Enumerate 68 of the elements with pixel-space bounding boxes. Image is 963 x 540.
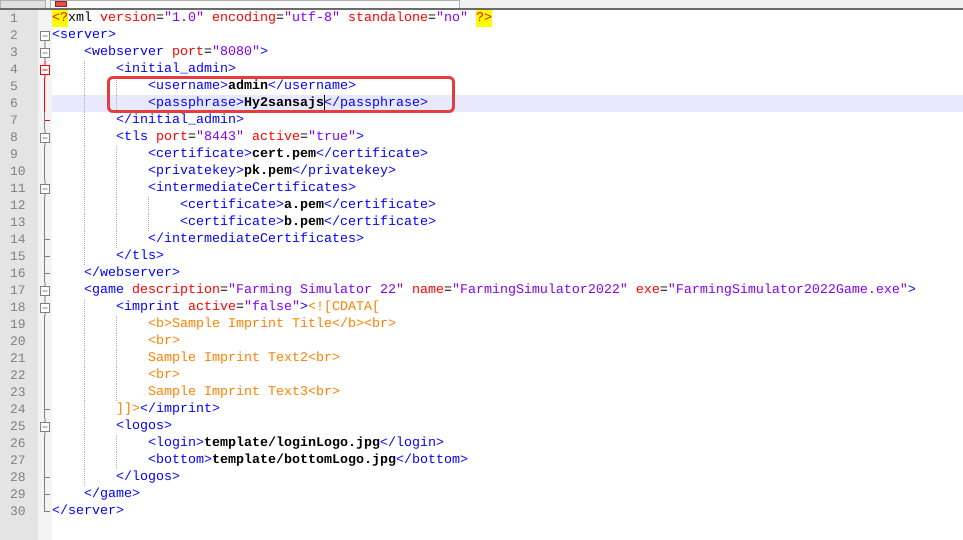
code-line: <certificate>a.pem</certificate> [52, 197, 436, 214]
line-number: 8 [9, 129, 19, 146]
line-number: 25 [9, 418, 27, 435]
collapse-icon[interactable] [38, 299, 52, 316]
code-line: </server> [52, 503, 124, 520]
line-number: 26 [9, 435, 27, 452]
code-line: <game description="Farming Simulator 22" name="FarmingSimulator2022" exe="FarmingSimulator2022Game.exe"> [83, 282, 916, 299]
code-line: <logos> [52, 418, 172, 435]
line-number: 16 [9, 265, 27, 282]
line-number: 3 [9, 44, 19, 61]
line-number: 9 [9, 146, 19, 163]
code-line: <?xml version="1.0" encoding="utf-8" standalone="no" ?> [52, 10, 492, 27]
line-number: 13 [9, 214, 27, 231]
line-number: 15 [9, 248, 27, 265]
code-line: </logos> [52, 469, 180, 486]
code-line: ]]></imprint> [52, 401, 220, 418]
code-line: <br> [52, 367, 180, 384]
line-number: 21 [9, 350, 27, 367]
line-number: 7 [9, 112, 19, 129]
code-line: <server> [52, 27, 116, 44]
code-line: <username>admin</username> [52, 78, 356, 95]
code-line: Sample Imprint Text3<br> [52, 384, 340, 401]
line-number: 28 [9, 469, 27, 486]
code-line: <intermediateCertificates> [52, 180, 356, 197]
code-line: </webserver> [83, 265, 180, 282]
collapse-icon[interactable] [38, 282, 52, 299]
line-number: 27 [9, 452, 27, 469]
code-line: <initial_admin> [52, 61, 236, 78]
code-line: </intermediateCertificates> [52, 231, 364, 248]
line-number: 10 [9, 163, 27, 180]
code-line: <certificate>b.pem</certificate> [52, 214, 436, 231]
line-number: 29 [9, 486, 27, 503]
code-line: <b>Sample Imprint Title</b><br> [52, 316, 396, 333]
code-line: </tls> [52, 248, 164, 265]
code-line: </game> [83, 486, 140, 503]
tab[interactable] [50, 0, 460, 8]
collapse-icon[interactable] [38, 129, 52, 146]
code-line: Sample Imprint Text2<br> [52, 350, 340, 367]
collapse-icon[interactable] [38, 418, 52, 435]
line-number: 1 [9, 10, 19, 27]
collapse-icon[interactable] [38, 44, 52, 61]
code-line: <imprint active="false"><![CDATA[ [52, 299, 380, 316]
collapse-icon[interactable] [38, 180, 52, 197]
file-icon [55, 1, 67, 7]
code-line: <privatekey>pk.pem</privatekey> [52, 163, 396, 180]
line-number: 12 [9, 197, 27, 214]
line-number: 6 [9, 95, 19, 112]
collapse-icon[interactable] [38, 61, 52, 78]
code-line: </initial_admin> [52, 112, 244, 129]
line-number: 5 [9, 78, 19, 95]
line-number: 22 [9, 367, 27, 384]
code-line: <tls port="8443" active="true"> [52, 129, 364, 146]
line-number: 18 [9, 299, 27, 316]
code-line: <br> [52, 333, 180, 350]
line-number: 17 [9, 282, 27, 299]
code-line: <login>template/loginLogo.jpg</login> [52, 435, 444, 452]
line-number: 19 [9, 316, 27, 333]
line-number: 23 [9, 384, 27, 401]
code-line: <bottom>template/bottomLogo.jpg</bottom> [52, 452, 468, 469]
line-number: 30 [9, 503, 27, 520]
line-number: 4 [9, 61, 19, 78]
code-line: <certificate>cert.pem</certificate> [52, 146, 428, 163]
line-number: 24 [9, 401, 27, 418]
line-number: 11 [9, 180, 27, 197]
line-number: 2 [9, 27, 19, 44]
code-line: <webserver port="8080"> [83, 44, 268, 61]
line-number: 20 [9, 333, 27, 350]
line-number: 14 [9, 231, 27, 248]
